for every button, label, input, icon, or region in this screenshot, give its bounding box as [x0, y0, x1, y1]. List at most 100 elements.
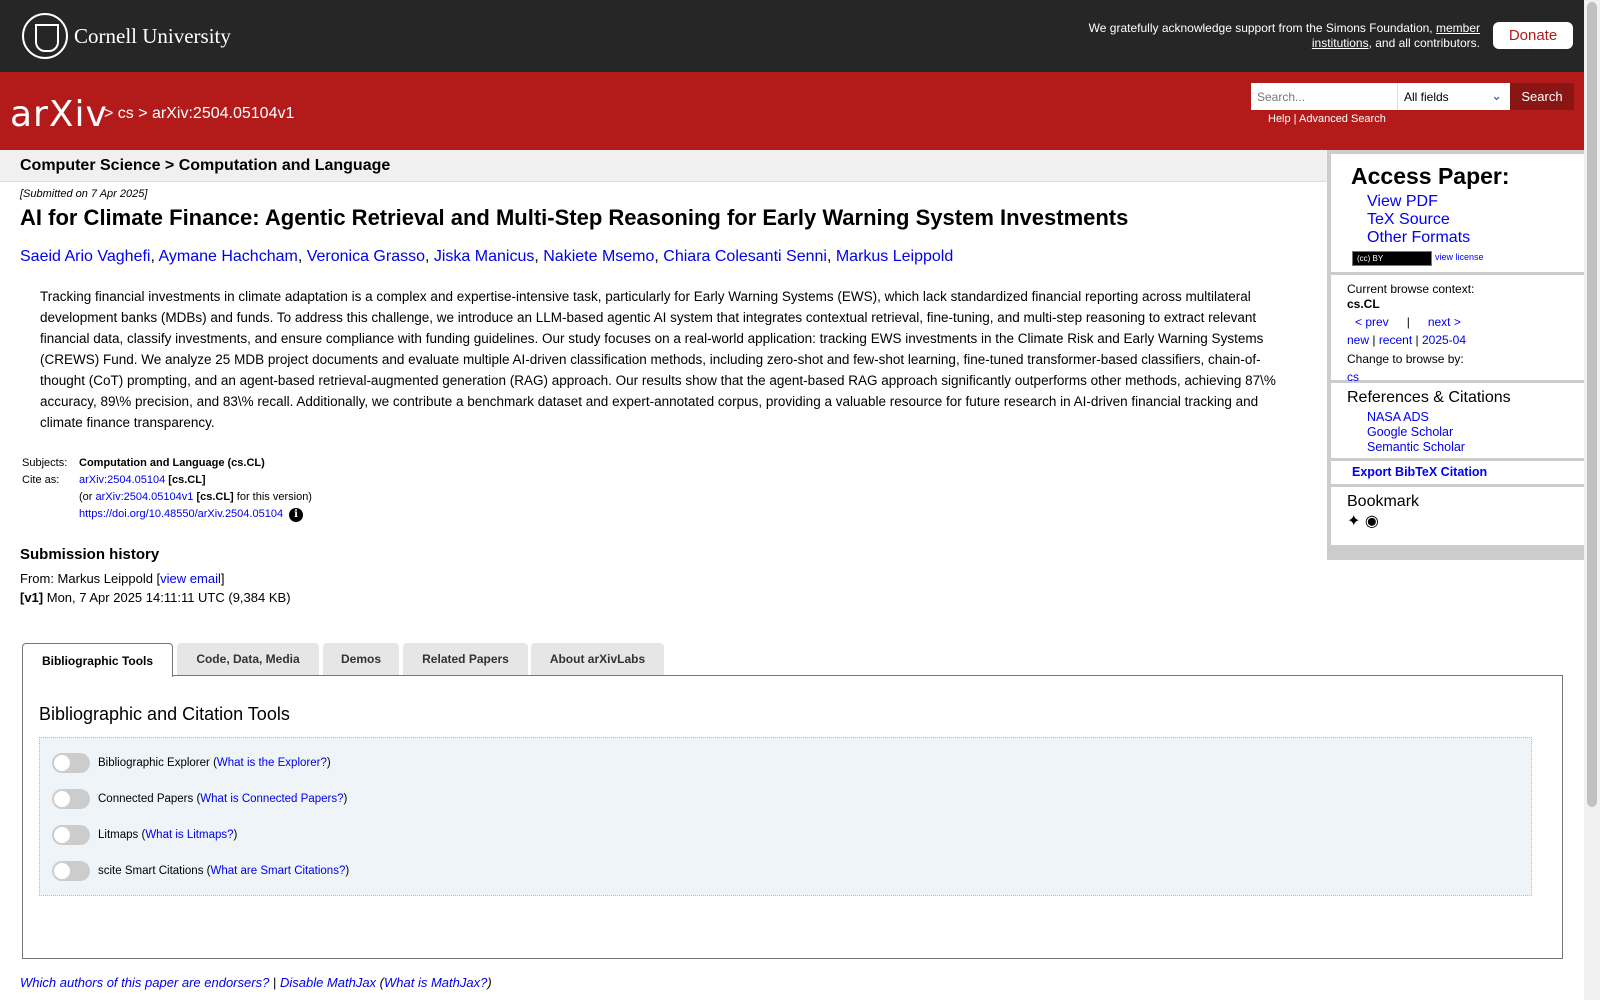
page-scrollbar[interactable] — [1584, 0, 1600, 1000]
breadcrumb-paper-id: arXiv:2504.05104v1 — [152, 105, 295, 122]
tools-heading: Bibliographic and Citation Tools — [39, 704, 290, 724]
browse-cs-link[interactable]: cs — [1347, 370, 1359, 384]
cite-id-link[interactable]: arXiv:2504.05104 — [79, 474, 165, 486]
bookmark-heading: Bookmark — [1347, 493, 1420, 510]
view-license-link[interactable]: view license — [1435, 252, 1484, 262]
author-link[interactable]: Jiska Manicus — [434, 248, 534, 265]
references-box: References & Citations NASA ADS Google S… — [1331, 383, 1584, 458]
disable-mathjax-link[interactable]: Disable MathJax — [280, 975, 376, 990]
tool-row: Bibliographic Explorer (What is the Expl… — [52, 753, 331, 773]
doi-link[interactable]: https://doi.org/10.48550/arXiv.2504.0510… — [79, 508, 283, 520]
tab-panel: Bibliographic and Citation Tools Bibliog… — [22, 675, 1563, 959]
tool-info-link[interactable]: What is the Explorer? — [217, 757, 327, 769]
chevron-down-icon: ⌄ — [1491, 88, 1502, 103]
litmaps-toggle[interactable] — [52, 825, 90, 845]
author-link[interactable]: Saeid Ario Vaghefi — [20, 248, 150, 265]
next-link[interactable]: next > — [1428, 315, 1461, 329]
google-scholar-link[interactable]: Google Scholar — [1367, 425, 1453, 439]
advanced-search-link[interactable]: Advanced Search — [1299, 113, 1386, 125]
tool-info-link[interactable]: What is Connected Papers? — [200, 793, 343, 805]
context-value: cs.CL — [1347, 297, 1380, 311]
tools-list: Bibliographic Explorer (What is the Expl… — [39, 737, 1532, 896]
subject-header: Computer Science > Computation and Langu… — [0, 150, 1327, 182]
cc-by-license-icon[interactable]: (cc) BY — [1352, 251, 1432, 266]
submitter: From: Markus Leippold [view email] — [20, 571, 225, 586]
support-acknowledgement: We gratefully acknowledge support from t… — [1088, 21, 1480, 50]
member-link[interactable]: member — [1436, 21, 1480, 35]
cornell-topbar: Cornell University We gratefully acknowl… — [0, 0, 1584, 72]
tool-row: Connected Papers (What is Connected Pape… — [52, 789, 347, 809]
footer-links: Which authors of this paper are endorser… — [20, 975, 492, 990]
bookmark-box: Bookmark ✦ ◉ — [1331, 487, 1584, 545]
other-formats-link[interactable]: Other Formats — [1367, 229, 1470, 246]
scite-toggle[interactable] — [52, 861, 90, 881]
breadcrumb-cs[interactable]: cs — [118, 105, 134, 122]
cornell-logo[interactable]: Cornell University — [22, 13, 231, 59]
university-name: Cornell University — [74, 23, 231, 48]
export-bibtex-link[interactable]: Export BibTeX Citation — [1352, 465, 1487, 479]
tool-info-link[interactable]: What are Smart Citations? — [210, 865, 345, 877]
tab-code-data-media[interactable]: Code, Data, Media — [177, 643, 319, 675]
search-input[interactable]: Search... — [1251, 83, 1397, 110]
cornell-seal-icon — [22, 13, 68, 59]
tex-source-link[interactable]: TeX Source — [1367, 211, 1450, 228]
institutions-link[interactable]: institutions — [1312, 36, 1369, 50]
arxiv-logo[interactable]: arXiv — [10, 94, 108, 135]
tool-row: scite Smart Citations (What are Smart Ci… — [52, 861, 349, 881]
author-link[interactable]: Markus Leippold — [836, 248, 953, 265]
connected-papers-toggle[interactable] — [52, 789, 90, 809]
access-paper-box: Access Paper: View PDF TeX Source Other … — [1331, 154, 1584, 272]
new-link[interactable]: new — [1347, 333, 1369, 347]
search-field-select[interactable]: All fields ⌄ — [1397, 83, 1510, 110]
version-entry: [v1] Mon, 7 Apr 2025 14:11:11 UTC (9,384… — [20, 590, 291, 605]
references-heading: References & Citations — [1347, 389, 1511, 406]
reddit-icon[interactable]: ◉ — [1365, 513, 1379, 530]
semantic-scholar-link[interactable]: Semantic Scholar — [1367, 440, 1465, 454]
tool-info-link[interactable]: What is Litmaps? — [145, 829, 233, 841]
subjects-value: Computation and Language (cs.CL) — [79, 457, 265, 469]
access-links: View PDF TeX Source Other Formats — [1367, 193, 1470, 247]
search-help-links: Help | Advanced Search — [1268, 113, 1386, 125]
subject-path: Computer Science > Computation and Langu… — [20, 157, 391, 174]
nasa-ads-link[interactable]: NASA ADS — [1367, 410, 1429, 424]
bibsonomy-icon[interactable]: ✦ — [1347, 513, 1360, 530]
scrollbar-thumb[interactable] — [1587, 2, 1597, 807]
recent-link[interactable]: recent — [1379, 333, 1412, 347]
cite-label: Cite as: — [22, 474, 60, 486]
tool-row: Litmaps (What is Litmaps?) — [52, 825, 237, 845]
view-email-link[interactable]: view email — [160, 571, 221, 586]
subjects-label: Subjects: — [22, 457, 68, 469]
view-pdf-link[interactable]: View PDF — [1367, 193, 1438, 210]
sidebar: Access Paper: View PDF TeX Source Other … — [1327, 150, 1584, 560]
paper-title: AI for Climate Finance: Agentic Retrieva… — [20, 205, 1129, 230]
author-link[interactable]: Aymane Hachcham — [158, 248, 297, 265]
author-list: Saeid Ario Vaghefi, Aymane Hachcham, Ver… — [20, 248, 954, 265]
breadcrumb: > cs > arXiv:2504.05104v1 — [104, 105, 295, 122]
author-link[interactable]: Nakiete Msemo — [543, 248, 654, 265]
prev-link[interactable]: < prev — [1355, 315, 1389, 329]
submission-date: [Submitted on 7 Apr 2025] — [20, 188, 148, 200]
bibliographic-explorer-toggle[interactable] — [52, 753, 90, 773]
access-paper-heading: Access Paper: — [1351, 163, 1510, 189]
metadata-table: Subjects: Computation and Language (cs.C… — [22, 457, 312, 522]
tab-about-arxivlabs[interactable]: About arXivLabs — [531, 643, 664, 675]
what-is-mathjax-link[interactable]: What is MathJax? — [384, 975, 487, 990]
author-link[interactable]: Chiara Colesanti Senni — [663, 248, 827, 265]
tab-bibliographic-tools[interactable]: Bibliographic Tools — [22, 643, 173, 677]
tab-related-papers[interactable]: Related Papers — [403, 643, 528, 675]
tab-demos[interactable]: Demos — [323, 643, 399, 675]
submission-history-heading: Submission history — [20, 546, 160, 563]
cite-version-link[interactable]: arXiv:2504.05104v1 — [96, 491, 194, 503]
endorsers-link[interactable]: Which authors of this paper are endorser… — [20, 975, 269, 990]
donate-button[interactable]: Donate — [1493, 22, 1573, 49]
help-link[interactable]: Help — [1268, 113, 1291, 125]
export-box: Export BibTeX Citation — [1331, 461, 1584, 484]
search-button[interactable]: Search — [1510, 83, 1574, 110]
month-link[interactable]: 2025-04 — [1422, 333, 1466, 347]
context-label: Current browse context: — [1347, 282, 1475, 296]
change-browse-label: Change to browse by: — [1347, 352, 1464, 366]
abstract: Tracking financial investments in climat… — [40, 289, 1276, 430]
author-link[interactable]: Veronica Grasso — [307, 248, 425, 265]
info-icon[interactable]: i — [289, 508, 304, 522]
browse-context-box: Current browse context: cs.CL < prev | nex… — [1331, 275, 1584, 384]
